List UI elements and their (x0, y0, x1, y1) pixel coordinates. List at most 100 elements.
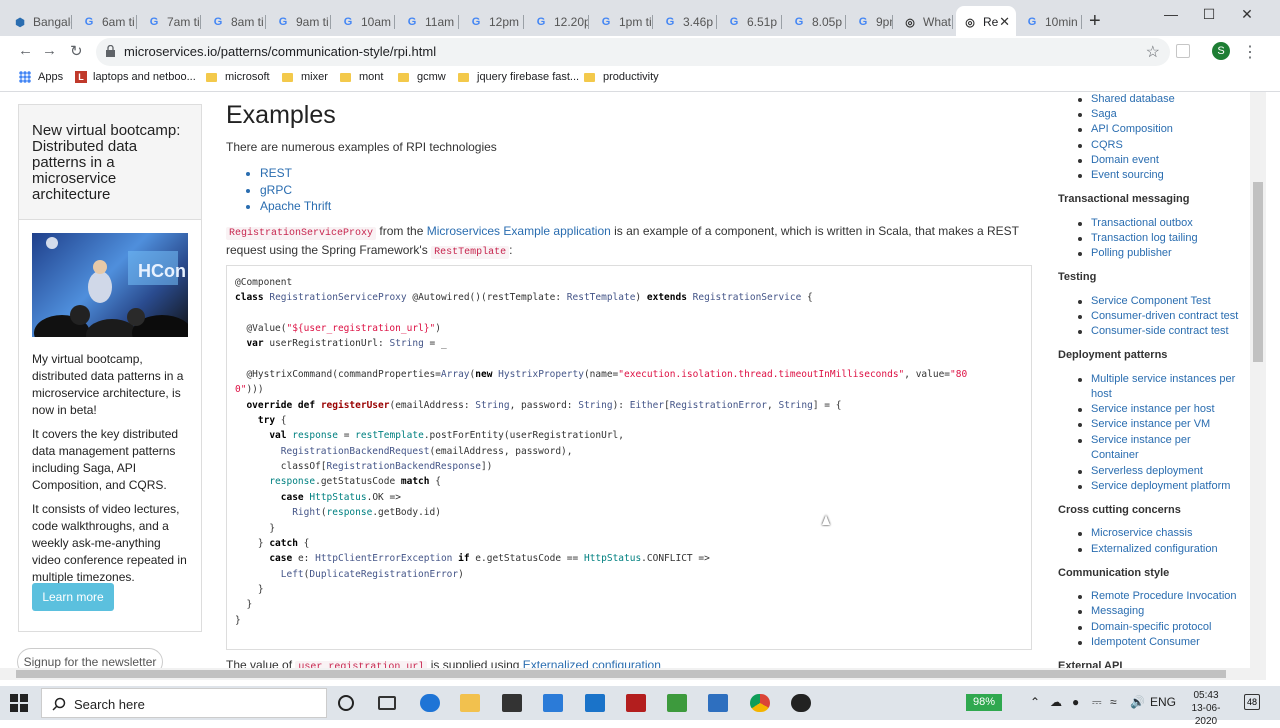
sidebar-pattern-link[interactable]: Service instance per VM (1078, 417, 1241, 432)
tab-1[interactable]: G 6am ti (75, 8, 137, 36)
tab-4[interactable]: G 9am ti (269, 8, 331, 36)
tab-0[interactable]: ⬢ Bangalo (6, 8, 72, 36)
tab-14[interactable]: ◎ What (896, 8, 953, 36)
bookmark-5[interactable]: gcmw (398, 71, 446, 83)
close-window-button[interactable]: ✕ (1228, 0, 1266, 28)
back-arrow-icon[interactable]: ← (18, 42, 33, 59)
l-app-icon[interactable] (585, 694, 605, 712)
menu-kebab-icon[interactable]: ⋮ (1242, 42, 1258, 62)
tab-6[interactable]: G 11am (398, 8, 459, 36)
sidebar-pattern-link[interactable]: Externalized configuration (1078, 542, 1241, 557)
sidebar-pattern-link[interactable]: Consumer-driven contract test (1078, 309, 1241, 324)
promo-text-2: It covers the key distributed data manag… (32, 427, 179, 492)
scroll-thumb[interactable] (1253, 182, 1263, 362)
tab-16[interactable]: G 10min (1018, 8, 1082, 36)
sidebar-pattern-link[interactable]: Idempotent Consumer (1078, 635, 1241, 650)
sidebar-pattern-link[interactable]: Service deployment platform (1078, 479, 1241, 494)
tab-divider (781, 15, 782, 29)
sidebar-pattern-link[interactable]: Service Component Test (1078, 294, 1241, 309)
sidebar-pattern-link[interactable]: Consumer-side contract test (1078, 324, 1241, 339)
tab-15[interactable]: ◎ Re ✕ (956, 6, 1016, 38)
sidebar-pattern-link[interactable]: Polling publisher (1078, 246, 1241, 261)
sidebar-pattern-link[interactable]: Domain event (1078, 153, 1241, 168)
bookmark-0[interactable]: Apps (19, 71, 63, 83)
sidebar-pattern-link[interactable]: Transaction log tailing (1078, 231, 1241, 246)
sidebar-pattern-link[interactable]: Multiple service instances per host (1078, 372, 1241, 403)
file-explorer-icon[interactable] (460, 694, 480, 712)
sidebar-pattern-link[interactable]: Shared database (1078, 92, 1241, 107)
power-icon[interactable]: ⎓ (1092, 695, 1102, 710)
sidebar-pattern-link[interactable]: Service instance per host (1078, 402, 1241, 417)
bookmark-7[interactable]: productivity (584, 71, 659, 83)
chevron-up-icon[interactable]: ⌃ (1030, 695, 1040, 709)
tab-10[interactable]: G 3.46p (656, 8, 717, 36)
vertical-scrollbar[interactable] (1250, 92, 1266, 668)
clock[interactable]: 05:43 13-06-2020 (1182, 689, 1230, 728)
horizontal-scrollbar[interactable] (0, 668, 1266, 680)
example-app-link[interactable]: Microservices Example application (427, 224, 611, 238)
bookmark-4[interactable]: mont (340, 71, 383, 83)
rpi-item-link[interactable]: REST (260, 165, 331, 182)
tab-5[interactable]: G 10am (334, 8, 395, 36)
sidebar-pattern-link[interactable]: Remote Procedure Invocation (1078, 589, 1241, 604)
bookmark-star-icon[interactable]: ☆ (1146, 42, 1160, 62)
close-tab-icon[interactable]: ✕ (999, 14, 1010, 30)
cloud-icon[interactable]: ☁ (1050, 695, 1062, 709)
tab-9[interactable]: G 1pm ti (592, 8, 653, 36)
tab-7[interactable]: G 12pm (462, 8, 524, 36)
greenshot-icon[interactable] (667, 694, 687, 712)
forward-arrow-icon[interactable]: → (42, 42, 57, 59)
tab-13[interactable]: G 9pm ti (849, 8, 893, 36)
app-icon[interactable] (708, 694, 728, 712)
learn-more-button[interactable]: Learn more (32, 583, 114, 611)
rpi-item-link[interactable]: Apache Thrift (260, 198, 331, 215)
store-icon[interactable] (502, 694, 522, 712)
tab-3[interactable]: G 8am ti (204, 8, 266, 36)
edge-icon[interactable] (420, 694, 440, 712)
cortana-icon[interactable] (338, 695, 354, 711)
signup-newsletter-button[interactable]: Signup for the newsletter (17, 648, 163, 668)
externalized-configuration-link[interactable]: Externalized configuration (523, 658, 661, 668)
mcafee-icon[interactable] (626, 694, 646, 712)
chrome-icon[interactable] (750, 694, 770, 712)
tab-12[interactable]: G 8.05p (785, 8, 846, 36)
bookmark-3[interactable]: mixer (282, 71, 328, 83)
bookmark-6[interactable]: jquery firebase fast... (458, 71, 579, 83)
address-bar[interactable]: microservices.io/patterns/communication-… (96, 38, 1170, 66)
bookmark-2[interactable]: microsoft (206, 71, 270, 83)
maximize-button[interactable]: ☐ (1190, 0, 1228, 28)
task-view-icon[interactable] (378, 696, 396, 710)
sidebar-pattern-link[interactable]: Service instance per Container (1078, 433, 1241, 464)
notification-center-icon[interactable]: 48 (1244, 694, 1260, 710)
google-icon: G (665, 16, 675, 28)
sidebar-pattern-link[interactable]: Event sourcing (1078, 168, 1241, 183)
tab-8[interactable]: G 12.20p (527, 8, 589, 36)
rpi-item-link[interactable]: gRPC (260, 182, 331, 199)
windows-start-icon[interactable] (10, 694, 28, 712)
mic-icon[interactable]: ● (1072, 695, 1079, 709)
sidebar-pattern-link[interactable]: Domain-specific protocol (1078, 620, 1241, 635)
taskbar-search-box[interactable]: Search here (41, 688, 327, 718)
language-indicator[interactable]: ENG (1150, 695, 1176, 709)
battery-indicator[interactable]: 98% (966, 694, 1002, 711)
mail-icon[interactable] (543, 694, 563, 712)
obs-icon[interactable] (791, 694, 811, 712)
sidebar-pattern-link[interactable]: Messaging (1078, 604, 1241, 619)
bookmark-1[interactable]: Llaptops and netboo... (75, 71, 196, 83)
scroll-thumb[interactable] (16, 670, 1226, 678)
sidebar-pattern-link[interactable]: CQRS (1078, 138, 1241, 153)
tab-11[interactable]: G 6.51p (720, 8, 782, 36)
extension-icon[interactable] (1176, 44, 1190, 58)
tab-2[interactable]: G 7am ti (140, 8, 201, 36)
reload-icon[interactable]: ↻ (70, 42, 83, 60)
profile-avatar[interactable]: S (1212, 42, 1230, 60)
sidebar-pattern-link[interactable]: API Composition (1078, 122, 1241, 137)
sidebar-pattern-link[interactable]: Saga (1078, 107, 1241, 122)
new-tab-button[interactable]: + (1089, 10, 1101, 33)
volume-icon[interactable]: 🔊 (1130, 695, 1145, 709)
minimize-button[interactable]: — (1152, 0, 1190, 28)
sidebar-pattern-link[interactable]: Transactional outbox (1078, 216, 1241, 231)
wifi-icon[interactable]: ≈ (1110, 695, 1117, 709)
sidebar-pattern-link[interactable]: Microservice chassis (1078, 526, 1241, 541)
sidebar-pattern-link[interactable]: Serverless deployment (1078, 464, 1241, 479)
